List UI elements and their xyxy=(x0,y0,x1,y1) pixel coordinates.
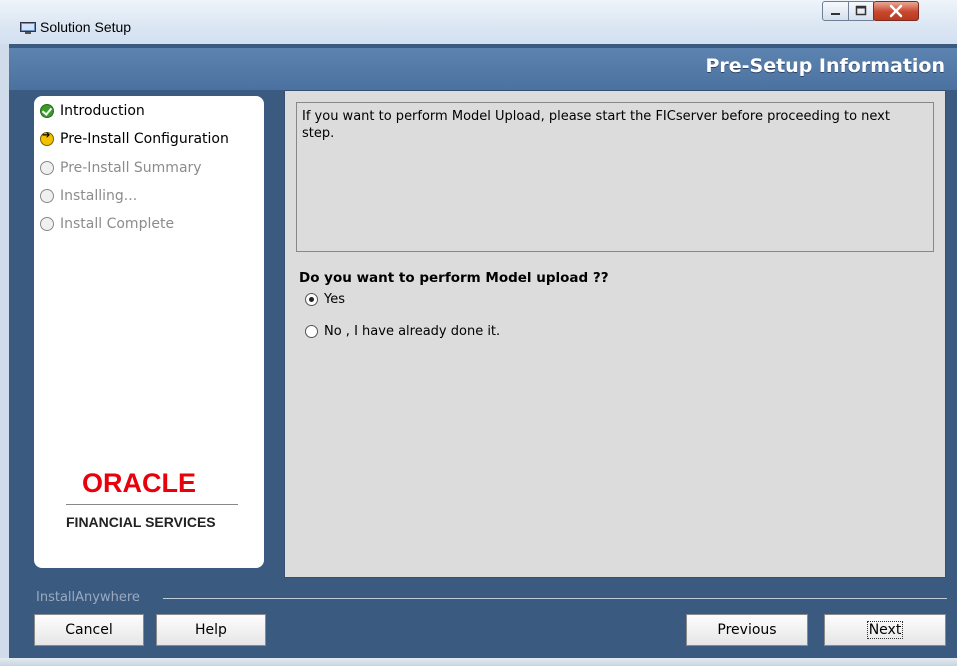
radio-option-no[interactable]: No , I have already done it. xyxy=(305,324,500,339)
logo-tagline: FINANCIAL SERVICES xyxy=(66,514,216,530)
radio-button-checked[interactable] xyxy=(305,293,318,306)
step-installing: Installing... xyxy=(40,188,137,204)
footer-panel xyxy=(9,585,957,658)
installanywhere-label: InstallAnywhere xyxy=(36,590,140,605)
arrow-right-icon xyxy=(40,130,54,146)
maximize-icon xyxy=(855,5,867,16)
circle-icon xyxy=(40,217,54,231)
previous-button[interactable]: Previous xyxy=(686,614,808,646)
logo-divider xyxy=(66,504,238,505)
radio-label: Yes xyxy=(324,292,345,307)
minimize-button[interactable] xyxy=(822,1,849,21)
help-button[interactable]: Help xyxy=(156,614,266,646)
step-label: Install Complete xyxy=(60,216,175,232)
cancel-button[interactable]: Cancel xyxy=(34,614,144,646)
next-button-label: Next xyxy=(866,621,904,639)
circle-icon xyxy=(40,189,54,203)
close-icon xyxy=(889,4,903,18)
step-label: Installing... xyxy=(60,188,138,204)
window-title: Solution Setup xyxy=(40,19,132,35)
oracle-logo: ORACLE xyxy=(82,468,196,498)
step-install-complete: Install Complete xyxy=(40,216,174,232)
radio-button[interactable] xyxy=(305,325,318,338)
radio-label: No , I have already done it. xyxy=(324,324,501,339)
circle-icon xyxy=(40,161,54,175)
question-label: Do you want to perform Model upload ?? xyxy=(299,270,609,286)
step-label: Pre-Install Summary xyxy=(60,160,202,176)
step-pre-install-configuration: Pre-Install Configuration xyxy=(40,130,229,147)
checkmark-icon xyxy=(40,104,54,118)
title-bar xyxy=(0,0,957,45)
radio-option-yes[interactable]: Yes xyxy=(305,292,345,307)
maximize-button[interactable] xyxy=(848,1,874,21)
message-text: If you want to perform Model Upload, ple… xyxy=(302,109,890,141)
app-icon xyxy=(20,20,36,34)
window-bottom-border xyxy=(0,658,957,666)
page-title: Pre-Setup Information xyxy=(705,55,945,77)
step-pre-install-summary: Pre-Install Summary xyxy=(40,160,202,176)
footer-divider xyxy=(163,598,947,599)
close-button[interactable] xyxy=(873,1,919,21)
minimize-icon xyxy=(831,13,840,15)
step-label: Pre-Install Configuration xyxy=(60,131,229,147)
window-border xyxy=(0,44,9,658)
next-button[interactable]: Next xyxy=(824,614,946,646)
step-label: Introduction xyxy=(60,103,145,119)
step-introduction: Introduction xyxy=(40,103,145,119)
